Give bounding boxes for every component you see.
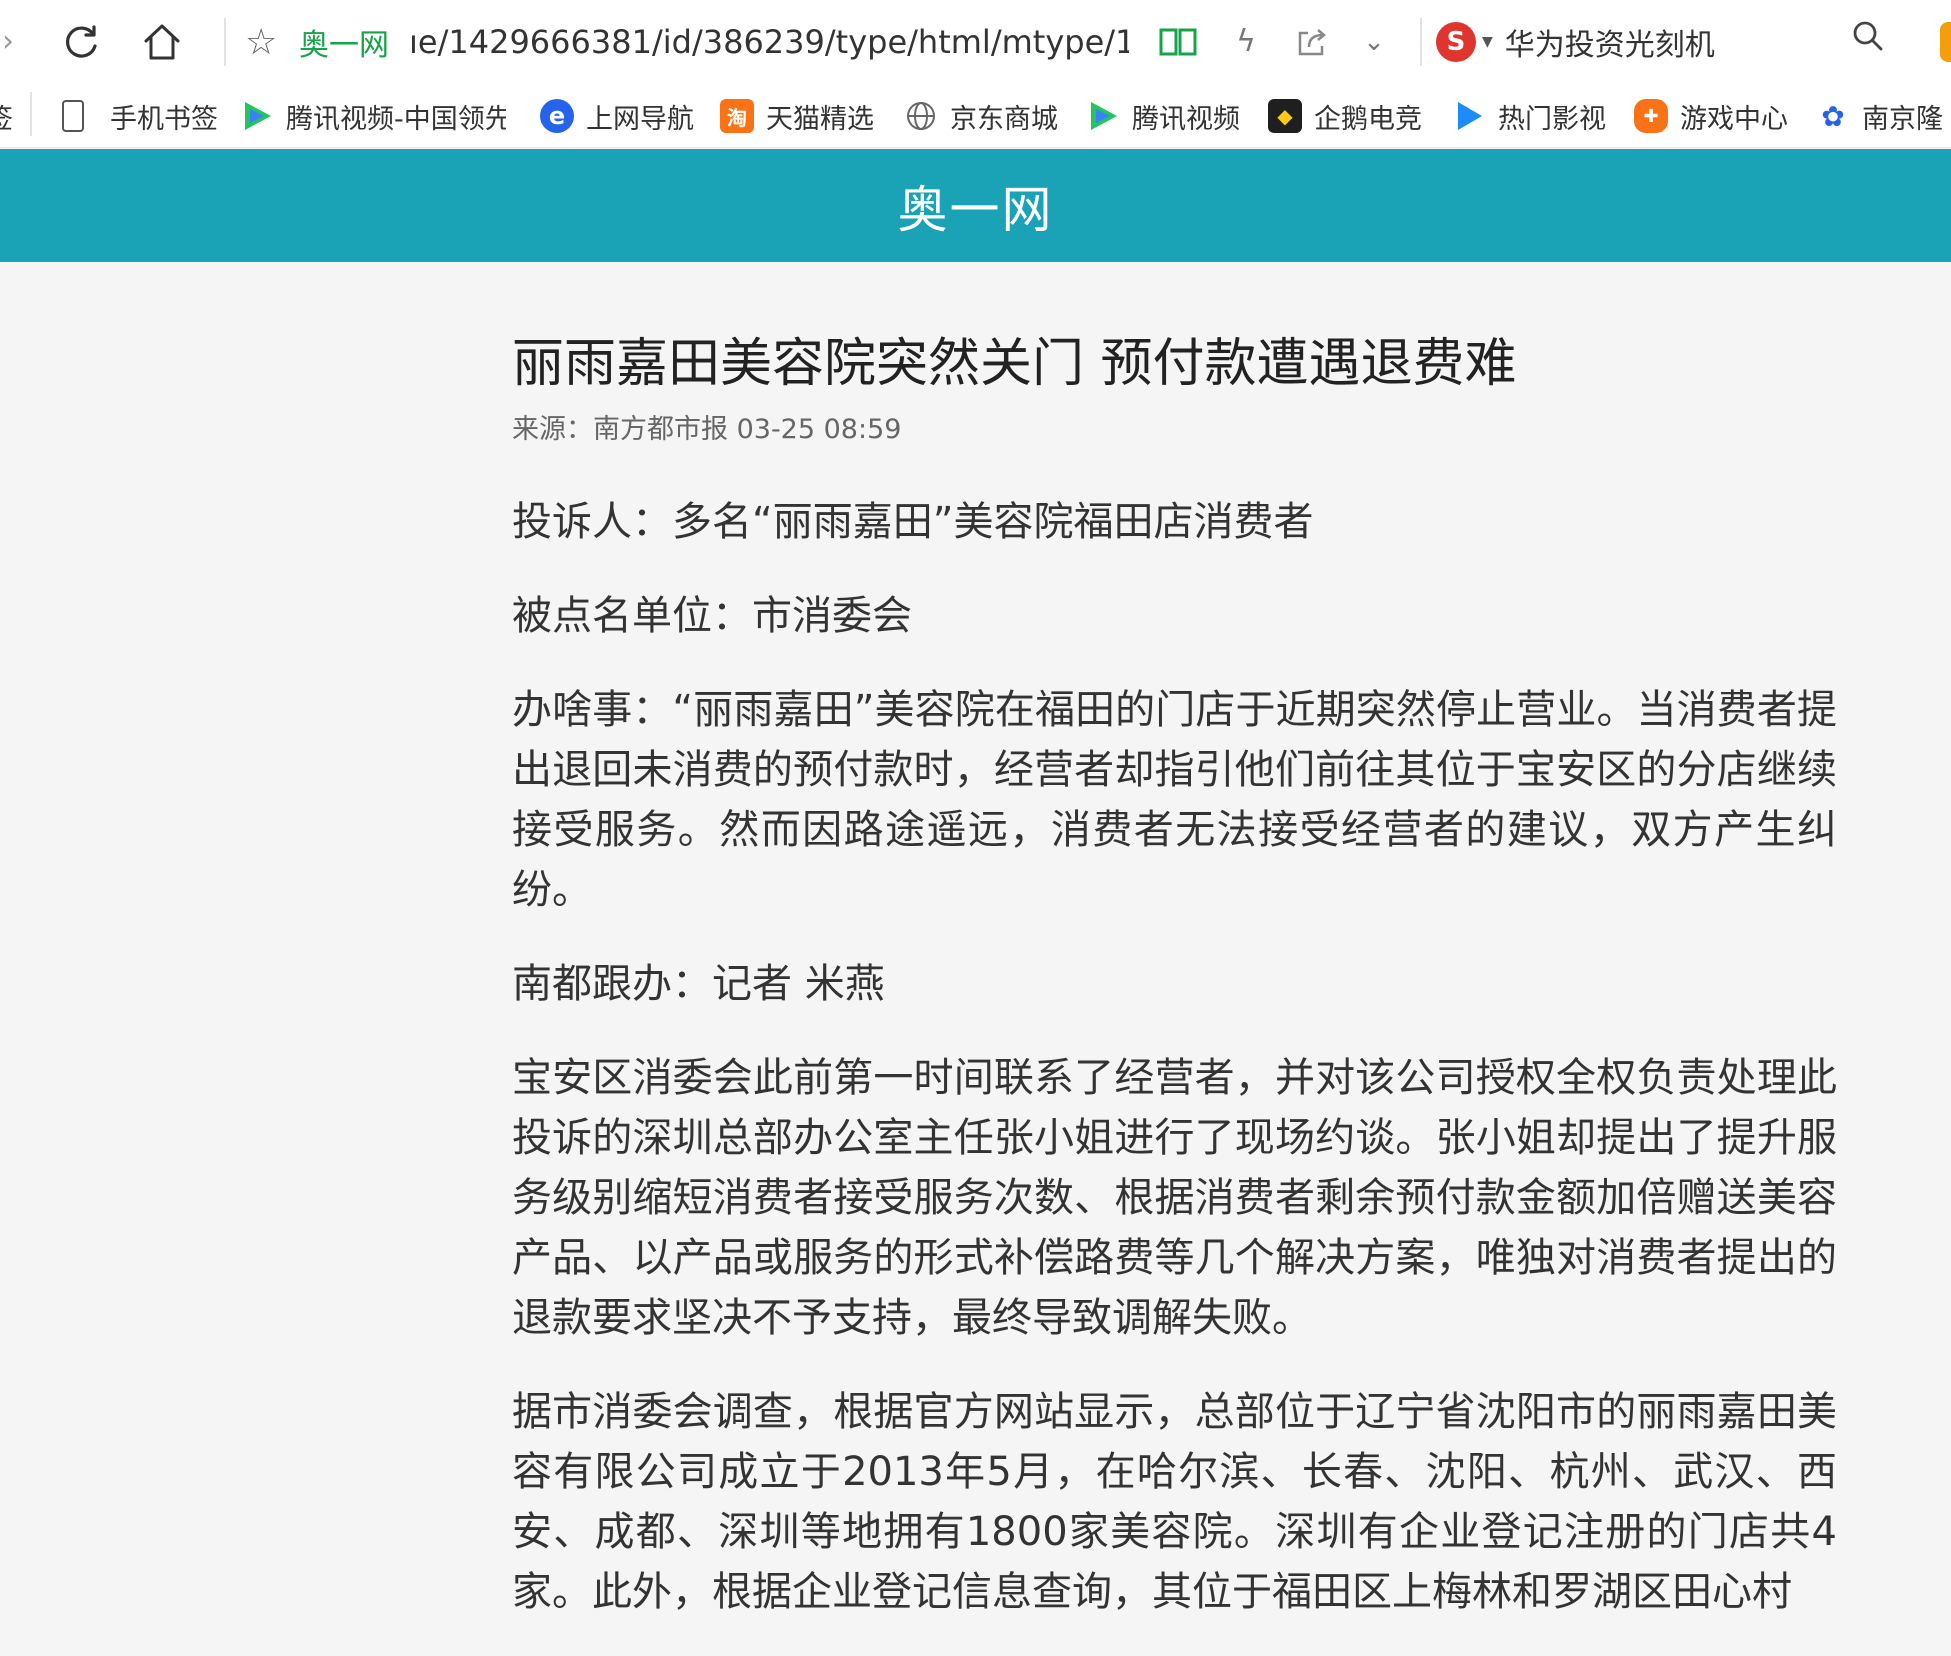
bookmarks-divider: [30, 92, 32, 136]
bookmark-label: 游戏中心: [1680, 103, 1788, 135]
search-input[interactable]: 华为投资光刻机: [1505, 20, 1715, 64]
home-icon-svg: [144, 24, 180, 60]
bookmark-item-tencent-video[interactable]: 腾讯视频-中国领先: [240, 96, 506, 136]
article-paragraph: 据市消委会调查，根据官方网站显示，总部位于辽宁省沈阳市的丽雨嘉田美容有限公司成立…: [512, 1389, 1837, 1615]
penguin-esports-icon: ◆: [1268, 99, 1302, 133]
gamepad-icon: ✚: [1634, 99, 1668, 133]
article-body: 投诉人：多名“丽雨嘉田”美容院福田店消费者 被点名单位：市消委会 办啥事：“丽雨…: [512, 492, 1837, 1622]
ie-icon: e: [540, 99, 574, 133]
search-box[interactable]: S ▼ 华为投资光刻机: [1430, 14, 1890, 70]
toolbar-divider: [224, 18, 226, 66]
extension-icon[interactable]: [1940, 22, 1951, 62]
reader-mode-icon-svg: [1159, 28, 1197, 56]
article-paragraph: 南都跟办：记者 米燕: [512, 961, 885, 1007]
bookmark-label: 天猫精选: [766, 103, 874, 135]
article-paragraph: 办啥事：“丽雨嘉田”美容院在福田的门店于近期突然停止营业。当消费者提出退回未消费…: [512, 687, 1837, 913]
bookmark-label: 热门影视: [1498, 103, 1606, 135]
forward-icon[interactable]: ›: [0, 20, 30, 64]
bookmark-item-phone[interactable]: 手机书签: [56, 96, 218, 136]
article-title: 丽雨嘉田美容院突然关门 预付款遭遇退费难: [512, 334, 1517, 394]
bookmark-item-game-center[interactable]: ✚ 游戏中心: [1634, 96, 1788, 136]
reader-mode-icon[interactable]: [1156, 20, 1200, 64]
bookmark-label: 手机书签: [110, 103, 218, 135]
site-header: 奥一网: [0, 149, 1951, 262]
home-icon[interactable]: [140, 20, 184, 64]
chevron-down-icon[interactable]: ⌄: [1352, 20, 1396, 64]
phone-icon: [62, 100, 84, 132]
bookmark-label: 南京隆: [1862, 103, 1943, 135]
share-icon-svg: [1298, 29, 1326, 56]
tmall-icon: 淘: [720, 99, 754, 133]
search-icon[interactable]: [1852, 20, 1884, 60]
article-paragraph: 投诉人：多名“丽雨嘉田”美容院福田店消费者: [512, 499, 1314, 545]
search-icon-svg: [1853, 21, 1883, 51]
lightning-icon[interactable]: ϟ: [1224, 20, 1268, 64]
article-paragraph: 被点名单位：市消委会: [512, 593, 912, 639]
share-icon[interactable]: [1290, 20, 1334, 64]
play-icon: [1452, 99, 1486, 133]
bookmark-star-icon[interactable]: ☆: [245, 22, 299, 63]
bookmark-item-tencent-video-2[interactable]: 腾讯视频: [1086, 96, 1240, 136]
search-engine-caret-icon[interactable]: ▼: [1482, 34, 1493, 50]
browser-toolbar: › ☆ 奥一网 ıe/1429666381/id/386239/type/htm…: [0, 0, 1951, 84]
reload-icon[interactable]: [60, 20, 104, 64]
globe-icon-svg: [907, 102, 935, 130]
bookmark-item[interactable]: 签: [0, 96, 13, 136]
bookmark-label: 腾讯视频: [1132, 103, 1240, 135]
tencent-video-icon-svg: [245, 102, 271, 130]
bookmark-label: 上网导航: [586, 103, 694, 135]
toolbar-divider: [1420, 18, 1422, 66]
bookmark-item-navigation[interactable]: e 上网导航: [540, 96, 694, 136]
article: 丽雨嘉田美容院突然关门 预付款遭遇退费难 来源：南方都市报 03-25 08:5…: [512, 330, 1837, 1656]
reload-icon-svg: [65, 25, 97, 58]
bookmark-item-tmall[interactable]: 淘 天猫精选: [720, 96, 874, 136]
site-logo-title[interactable]: 奥一网: [898, 170, 1054, 242]
article-paragraph: 宝安区消委会此前第一时间联系了经营者，并对该公司授权全权负责处理此投诉的深圳总部…: [512, 1055, 1837, 1341]
bookmark-label: 京东商城: [950, 103, 1058, 135]
article-meta: 来源：南方都市报 03-25 08:59: [512, 414, 902, 445]
globe-icon: [904, 99, 938, 133]
baidu-paw-icon: ✿: [1821, 99, 1845, 133]
bookmark-item-penguin-esports[interactable]: ◆ 企鹅电竞: [1268, 96, 1422, 136]
tencent-video-icon: [240, 99, 274, 133]
bookmark-item-nanjing[interactable]: ✿ 南京隆: [1816, 96, 1943, 136]
bookmark-item-jd[interactable]: 京东商城: [904, 96, 1058, 136]
url-text[interactable]: ıe/1429666381/id/386239/type/html/mtype/…: [409, 23, 1129, 61]
bookmark-item-hot-movies[interactable]: 热门影视: [1452, 96, 1606, 136]
tencent-video-icon-svg: [1091, 102, 1117, 130]
bookmarks-bar: 签 手机书签 腾讯视频-中国领先 e 上网导航 淘 天猫精选 京东商城: [0, 84, 1951, 148]
bookmark-label: 企鹅电竞: [1314, 103, 1422, 135]
bookmark-label: 腾讯视频-中国领先: [286, 103, 506, 135]
play-icon-svg: [1458, 102, 1482, 130]
tencent-video-icon: [1086, 99, 1120, 133]
search-engine-logo-icon[interactable]: S: [1436, 22, 1476, 62]
address-site-name: 奥一网: [299, 28, 389, 63]
bookmark-label: 签: [0, 97, 13, 136]
